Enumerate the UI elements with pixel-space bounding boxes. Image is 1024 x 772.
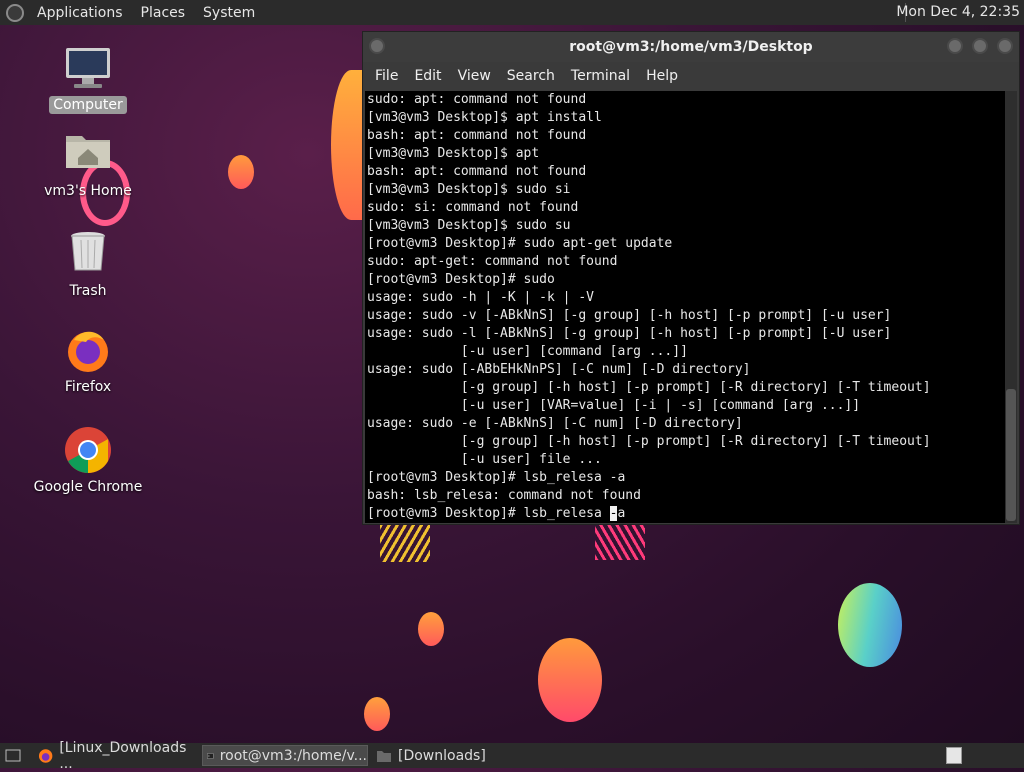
terminal-line: usage: sudo -e [-ABkNnS] [-C num] [-D di…: [367, 416, 743, 431]
terminal-line: [-u user] file ...: [367, 452, 602, 467]
terminal-line: usage: sudo -v [-ABkNnS] [-g group] [-h …: [367, 308, 892, 323]
show-desktop-button[interactable]: [2, 745, 26, 766]
terminal-line: [-u user] [VAR=value] [-i | -s] [command…: [367, 398, 861, 413]
scrollbar-thumb[interactable]: [1006, 389, 1016, 521]
desktop-icon-label: Google Chrome: [33, 479, 143, 495]
menu-search[interactable]: Search: [499, 68, 563, 84]
desktop-icon-label: Trash: [69, 283, 107, 299]
terminal-line: bash: apt: command not found: [367, 164, 587, 179]
desktop-icon-trash[interactable]: Trash: [28, 230, 148, 300]
window-menu-icon[interactable]: [369, 38, 385, 54]
terminal-line: sudo: si: command not found: [367, 200, 579, 215]
chrome-icon: [64, 426, 112, 474]
computer-icon: [64, 44, 112, 92]
prompt-text-after-cursor: a: [617, 506, 626, 521]
workspace-icon: [946, 747, 962, 764]
minimize-icon[interactable]: [947, 38, 963, 54]
terminal-line: usage: sudo [-ABbEHkNnPS] [-C num] [-D d…: [367, 362, 751, 377]
terminal-line: usage: sudo -h | -K | -k | -V: [367, 290, 594, 305]
folder-icon: [377, 750, 391, 762]
desktop-icon-label: vm3's Home: [44, 183, 132, 199]
decorative-ball: [228, 155, 254, 189]
taskbar-item-downloads[interactable]: [Downloads]: [372, 745, 538, 766]
decorative-ball: [538, 638, 602, 722]
home-folder-icon: [64, 130, 112, 178]
terminal-line: [vm3@vm3 Desktop]$ apt: [367, 146, 540, 161]
terminal-line: [-g group] [-h host] [-p prompt] [-R dir…: [367, 434, 931, 449]
terminal-line: [root@vm3 Desktop]# sudo apt-get update: [367, 236, 673, 251]
clock[interactable]: Mon Dec 4, 22:35: [896, 4, 1020, 20]
menu-help[interactable]: Help: [638, 68, 686, 84]
terminal-prompt-line[interactable]: [root@vm3 Desktop]# lsb_relesa -a: [367, 505, 1005, 523]
desktop-icon-label: Computer: [49, 96, 127, 114]
taskbar-item-label: root@vm3:/home/v...: [219, 747, 367, 764]
terminal-output[interactable]: sudo: apt: command not found [vm3@vm3 De…: [365, 91, 1005, 523]
menu-places[interactable]: Places: [132, 5, 195, 21]
terminal-line: [vm3@vm3 Desktop]$ sudo su: [367, 218, 571, 233]
menu-file[interactable]: File: [367, 68, 406, 84]
decorative-stripes: [380, 524, 430, 562]
workspace-switcher[interactable]: [942, 745, 962, 766]
desktop-icon-label: Firefox: [64, 379, 112, 395]
maximize-icon[interactable]: [972, 38, 988, 54]
decorative-stripes: [595, 524, 645, 560]
trash-icon: [64, 230, 112, 278]
decorative-ball: [364, 697, 390, 731]
terminal-line: bash: lsb_relesa: command not found: [367, 488, 641, 503]
prompt-text: [root@vm3 Desktop]# lsb_relesa: [367, 506, 610, 521]
firefox-icon: [38, 748, 53, 763]
terminal-line: [root@vm3 Desktop]# lsb_relesa -a: [367, 470, 626, 485]
terminal-line: usage: sudo -l [-ABkNnS] [-g group] [-h …: [367, 326, 892, 341]
terminal-line: [-u user] [command [arg ...]]: [367, 344, 688, 359]
decorative-ball: [838, 583, 902, 667]
menu-system[interactable]: System: [194, 5, 264, 21]
terminal-line: sudo: apt: command not found: [367, 92, 587, 107]
top-panel: Applications Places System Mon Dec 4, 22…: [0, 0, 1024, 25]
menu-view[interactable]: View: [450, 68, 499, 84]
taskbar-item-label: [Downloads]: [398, 747, 486, 764]
taskbar-item-terminal[interactable]: root@vm3:/home/v...: [202, 745, 368, 766]
show-desktop-icon: [5, 749, 21, 761]
terminal-line: sudo: apt-get: command not found: [367, 254, 618, 269]
taskbar-item-firefox[interactable]: [Linux_Downloads ...: [34, 740, 198, 772]
terminal-scrollbar[interactable]: [1005, 91, 1017, 523]
terminal-icon: [207, 752, 214, 759]
menu-terminal[interactable]: Terminal: [563, 68, 638, 84]
terminal-line: [vm3@vm3 Desktop]$ sudo si: [367, 182, 571, 197]
desktop-icon-computer[interactable]: Computer: [28, 44, 148, 114]
terminal-window: root@vm3:/home/vm3/Desktop File Edit Vie…: [362, 31, 1020, 525]
close-icon[interactable]: [997, 38, 1013, 54]
menu-applications[interactable]: Applications: [28, 5, 132, 21]
desktop-icon-firefox[interactable]: Firefox: [28, 326, 148, 396]
desktop-icon-chrome[interactable]: Google Chrome: [28, 426, 148, 496]
bottom-taskbar: [Linux_Downloads ... root@vm3:/home/v...…: [0, 740, 1024, 772]
terminal-line: [vm3@vm3 Desktop]$ apt install: [367, 110, 602, 125]
terminal-line: [-g group] [-h host] [-p prompt] [-R dir…: [367, 380, 931, 395]
menu-edit[interactable]: Edit: [406, 68, 449, 84]
firefox-icon: [64, 326, 112, 374]
taskbar-item-label: [Linux_Downloads ...: [59, 739, 187, 772]
terminal-line: [root@vm3 Desktop]# sudo: [367, 272, 555, 287]
decorative-ball: [418, 612, 444, 646]
window-titlebar[interactable]: root@vm3:/home/vm3/Desktop: [363, 32, 1019, 62]
window-title: root@vm3:/home/vm3/Desktop: [569, 39, 813, 55]
terminal-menubar: File Edit View Search Terminal Help: [363, 62, 1019, 90]
desktop-icon-home[interactable]: vm3's Home: [28, 130, 148, 200]
terminal-line: bash: apt: command not found: [367, 128, 587, 143]
system-logo-icon[interactable]: [6, 3, 24, 22]
